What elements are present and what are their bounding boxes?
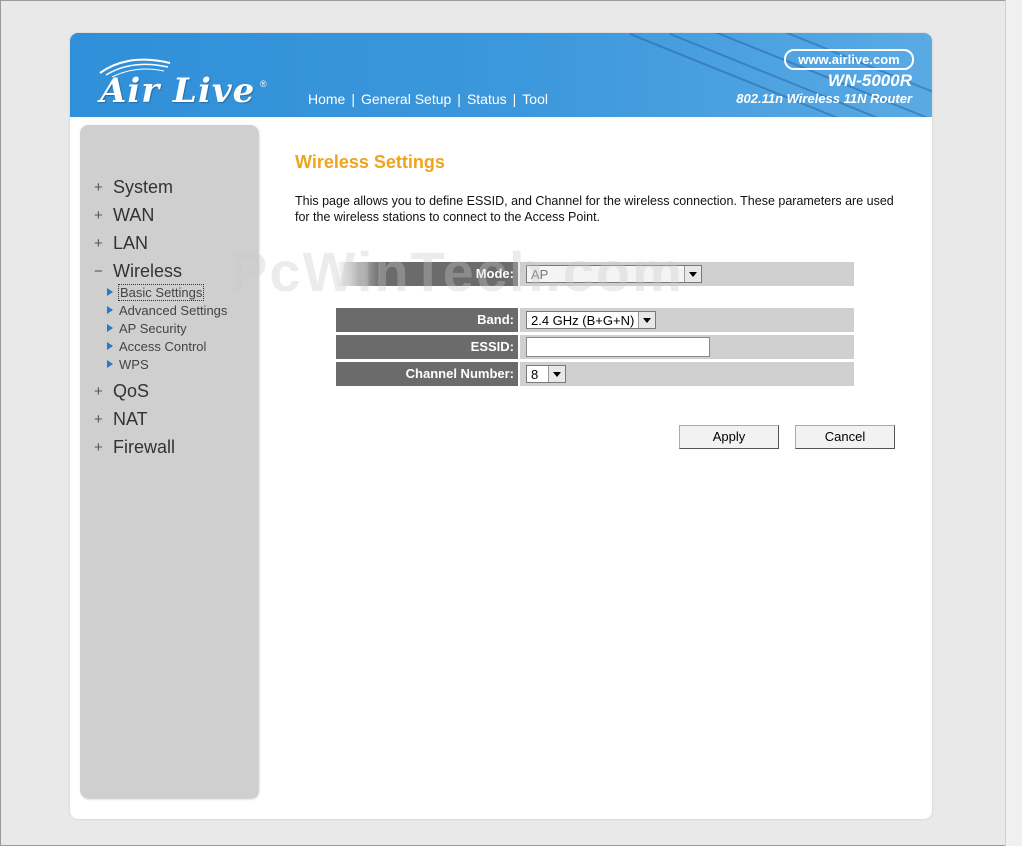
essid-input[interactable] [526,337,710,357]
sidebar-menu: + System + WAN + LAN − Wireless Basic Se… [94,173,227,461]
nav-separator: | [351,91,355,107]
band-select[interactable]: 2.4 GHz (B+G+N) [526,311,656,329]
submenu-access-control[interactable]: Access Control [107,337,227,355]
essid-row: ESSID: [336,335,854,359]
chevron-down-icon [638,312,655,328]
apply-button[interactable]: Apply [679,425,779,449]
band-value-cell: 2.4 GHz (B+G+N) [518,308,854,332]
sidebar-item-system[interactable]: + System [94,173,227,201]
sidebar-item-label: Firewall [113,436,176,457]
sidebar-item-firewall[interactable]: + Firewall [94,433,227,461]
band-label: Band: [336,308,518,332]
submenu-wps[interactable]: WPS [107,355,227,373]
band-select-value: 2.4 GHz (B+G+N) [531,312,635,328]
expand-icon: + [94,438,103,456]
submenu-label: Advanced Settings [119,302,228,318]
band-row: Band: 2.4 GHz (B+G+N) [336,308,854,332]
sidebar-item-label: WAN [113,204,155,225]
registered-mark: ® [260,79,267,89]
mode-value-cell: AP [518,262,854,286]
essid-value-cell [518,335,854,359]
chevron-down-icon [548,366,565,382]
submenu-advanced-settings[interactable]: Advanced Settings [107,301,227,319]
triangle-right-icon [107,360,113,368]
triangle-right-icon [107,342,113,350]
model-subtitle: 802.11n Wireless 11N Router [736,91,912,106]
mode-select[interactable]: AP [526,265,702,283]
nav-general-setup[interactable]: General Setup [361,91,451,107]
channel-row: Channel Number: 8 [336,362,854,386]
logo-text: Air Live [100,71,256,111]
sidebar-item-lan[interactable]: + LAN [94,229,227,257]
sidebar-item-label: NAT [113,408,148,429]
nav-status[interactable]: Status [467,91,507,107]
mode-label: Mode: [336,262,518,286]
nav-separator: | [512,91,517,107]
scrollbar[interactable] [1005,0,1022,846]
collapse-icon: − [94,262,103,280]
channel-value-cell: 8 [518,362,854,386]
submenu-label: WPS [119,356,149,372]
mode-select-value: AP [531,266,549,282]
page-title: Wireless Settings [295,152,445,172]
sidebar-item-qos[interactable]: + QoS [94,377,227,405]
channel-select[interactable]: 8 [526,365,566,383]
sidebar-item-label: QoS [113,380,150,401]
sidebar-item-label: LAN [113,232,149,253]
submenu-basic-settings[interactable]: Basic Settings [107,283,227,301]
channel-select-value: 8 [531,366,539,382]
chevron-down-icon [684,266,701,282]
triangle-right-icon [107,324,113,332]
sidebar-item-wan[interactable]: + WAN [94,201,227,229]
sidebar: + System + WAN + LAN − Wireless Basic Se… [80,125,258,798]
header-banner: Air Live ® Home | General Setup | Status | Too… [70,33,932,117]
nav-tool[interactable]: Tool [522,91,548,107]
sidebar-item-label: Wireless [113,260,183,281]
wireless-submenu: Basic Settings Advanced Settings AP Secu… [107,283,227,373]
nav-home[interactable]: Home [308,91,345,107]
submenu-label: Basic Settings [117,283,205,301]
triangle-right-icon [107,288,113,296]
url-badge: www.airlive.com [784,49,914,70]
sidebar-item-nat[interactable]: + NAT [94,405,227,433]
router-page: Air Live ® Home | General Setup | Status | Too… [70,33,932,819]
nav-separator: | [457,91,461,107]
submenu-label: AP Security [119,320,187,336]
model-name: WN-5000R [827,71,912,90]
sidebar-item-wireless[interactable]: − Wireless [94,257,227,285]
expand-icon: + [94,382,103,400]
page-description: This page allows you to define ESSID, an… [295,194,894,224]
expand-icon: + [94,410,103,428]
essid-label: ESSID: [336,335,518,359]
expand-icon: + [94,234,103,252]
submenu-label: Access Control [119,338,207,354]
mode-row: Mode: AP [336,262,854,286]
expand-icon: + [94,206,103,224]
triangle-right-icon [107,306,113,314]
cancel-button[interactable]: Cancel [795,425,895,449]
submenu-ap-security[interactable]: AP Security [107,319,227,337]
sidebar-item-label: System [113,176,174,197]
channel-label: Channel Number: [336,362,518,386]
expand-icon: + [94,178,103,196]
top-nav: Home | General Setup | Status | Tool [308,91,548,107]
